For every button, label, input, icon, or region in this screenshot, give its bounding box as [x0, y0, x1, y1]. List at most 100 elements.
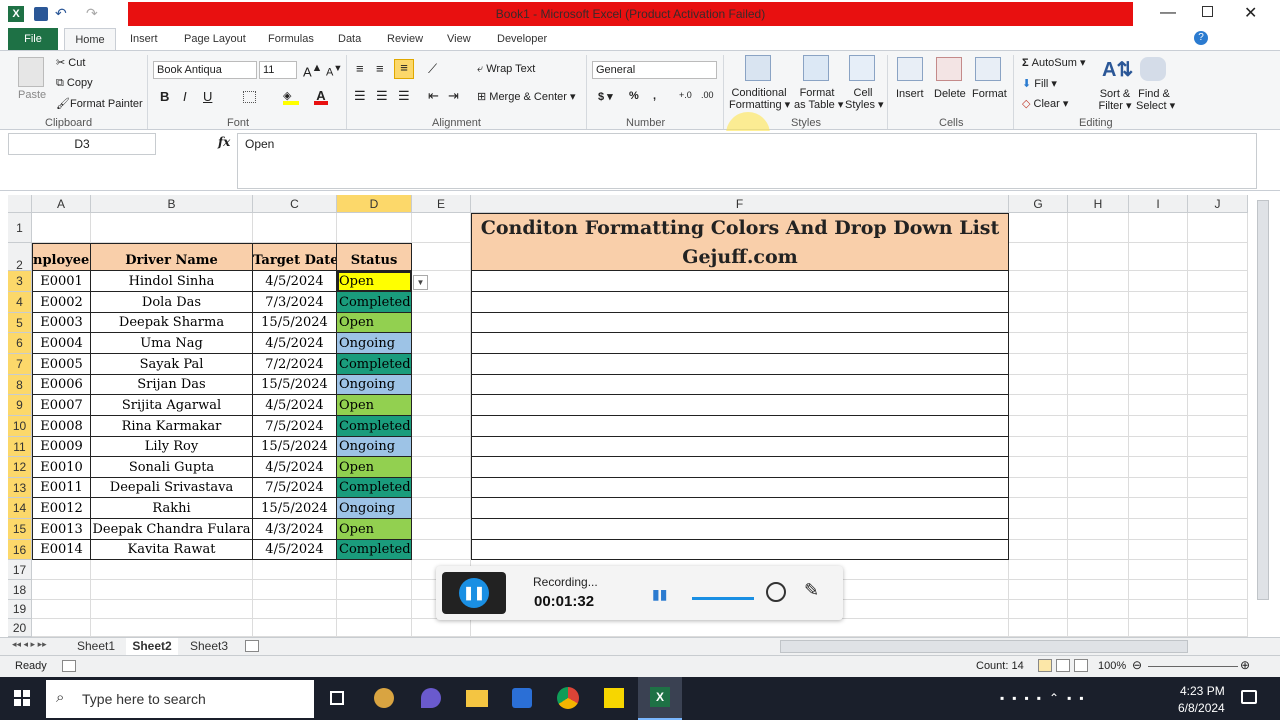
- empty-merged-row[interactable]: [471, 519, 1009, 540]
- delete-cells-button[interactable]: Delete: [934, 88, 966, 100]
- cell-target-date[interactable]: 4/5/2024: [253, 457, 337, 478]
- volume-slider[interactable]: [692, 597, 754, 600]
- cell-employee-id[interactable]: E0012: [32, 498, 91, 519]
- orientation-icon[interactable]: ⟋: [428, 61, 437, 77]
- row-header[interactable]: 13: [8, 478, 32, 498]
- format-cells-button[interactable]: Format: [972, 88, 1007, 100]
- cell-status[interactable]: Open: [337, 271, 412, 292]
- cell-status[interactable]: Completed: [337, 540, 412, 560]
- cell-driver-name[interactable]: Srijita Agarwal: [91, 395, 253, 416]
- cell-driver-name[interactable]: Deepak Chandra Fulara: [91, 519, 253, 540]
- pen-icon[interactable]: ✎: [804, 580, 819, 601]
- tab-insert[interactable]: Insert: [130, 28, 158, 50]
- row-header[interactable]: 18: [8, 580, 32, 600]
- horizontal-scrollbar[interactable]: [780, 640, 1188, 653]
- row-header[interactable]: 16: [8, 540, 32, 560]
- excel-taskbar-icon[interactable]: X: [638, 677, 682, 720]
- cell-target-date[interactable]: 4/5/2024: [253, 271, 337, 292]
- fill-color-icon[interactable]: ◈: [283, 89, 299, 105]
- zoom-in-icon[interactable]: ⊕: [1240, 658, 1250, 672]
- column-header[interactable]: I: [1129, 195, 1188, 213]
- row-header[interactable]: 3: [8, 271, 32, 292]
- column-header[interactable]: E: [412, 195, 471, 213]
- taskbar-search-box[interactable]: ⌕ Type here to search: [46, 680, 314, 718]
- webcam-icon[interactable]: [766, 582, 786, 602]
- minimize-button[interactable]: —: [1160, 4, 1176, 22]
- cell-target-date[interactable]: 4/3/2024: [253, 519, 337, 540]
- empty-merged-row[interactable]: [471, 333, 1009, 354]
- header-status[interactable]: Status: [337, 243, 412, 271]
- empty-merged-row[interactable]: [471, 292, 1009, 313]
- row-header[interactable]: 14: [8, 498, 32, 519]
- dropdown-arrow-button[interactable]: ▼: [413, 275, 428, 290]
- insert-function-icon[interactable]: fx: [218, 135, 230, 149]
- empty-merged-row[interactable]: [471, 375, 1009, 395]
- align-middle-icon[interactable]: ≡: [376, 61, 384, 76]
- column-header[interactable]: C: [253, 195, 337, 213]
- notification-icon[interactable]: [1241, 690, 1257, 704]
- row-header[interactable]: 4: [8, 292, 32, 313]
- align-center-icon[interactable]: ☰: [376, 88, 388, 104]
- underline-icon[interactable]: U: [203, 89, 212, 104]
- empty-merged-row[interactable]: [471, 271, 1009, 292]
- percent-icon[interactable]: %: [629, 90, 639, 102]
- align-top-icon[interactable]: ≡: [356, 61, 364, 76]
- merge-center-button[interactable]: ⊞ Merge & Center ▾: [477, 90, 576, 103]
- cell-target-date[interactable]: 7/2/2024: [253, 354, 337, 375]
- cell-employee-id[interactable]: E0003: [32, 313, 91, 333]
- cell-target-date[interactable]: 7/5/2024: [253, 478, 337, 498]
- row-header[interactable]: 17: [8, 560, 32, 580]
- tab-formulas[interactable]: Formulas: [268, 28, 314, 50]
- cell-status[interactable]: Open: [337, 313, 412, 333]
- increase-indent-icon[interactable]: ⇥: [448, 88, 459, 104]
- borders-icon[interactable]: [243, 91, 256, 103]
- app-icon-2[interactable]: [421, 688, 441, 708]
- cell-employee-id[interactable]: E0014: [32, 540, 91, 560]
- bold-icon[interactable]: B: [160, 89, 169, 104]
- conditional-formatting-button[interactable]: Conditional Formatting ▾: [729, 87, 790, 111]
- align-bottom-icon[interactable]: ≡: [394, 59, 414, 79]
- cell-target-date[interactable]: 7/5/2024: [253, 416, 337, 437]
- cell-employee-id[interactable]: E0001: [32, 271, 91, 292]
- cell-driver-name[interactable]: Sonali Gupta: [91, 457, 253, 478]
- row-header[interactable]: 2: [8, 243, 32, 272]
- cell-status[interactable]: Open: [337, 457, 412, 478]
- cell-driver-name[interactable]: Dola Das: [91, 292, 253, 313]
- cell-driver-name[interactable]: Lily Roy: [91, 437, 253, 457]
- windows-start-icon[interactable]: [14, 690, 30, 706]
- page-layout-view-icon[interactable]: [1056, 659, 1070, 672]
- cell-employee-id[interactable]: E0009: [32, 437, 91, 457]
- cell-employee-id[interactable]: E0011: [32, 478, 91, 498]
- cell-target-date[interactable]: 15/5/2024: [253, 437, 337, 457]
- sticky-notes-icon[interactable]: [604, 688, 624, 708]
- row-header[interactable]: 8: [8, 375, 32, 395]
- maximize-button[interactable]: [1202, 6, 1213, 17]
- cell-status[interactable]: Ongoing: [337, 498, 412, 519]
- header-target-date[interactable]: Target Date: [253, 243, 337, 271]
- app-icon-3[interactable]: [512, 688, 532, 708]
- cell-status[interactable]: Ongoing: [337, 437, 412, 457]
- cell-driver-name[interactable]: Rakhi: [91, 498, 253, 519]
- align-right-icon[interactable]: ☰: [398, 88, 410, 104]
- cell-employee-id[interactable]: E0002: [32, 292, 91, 313]
- cell-employee-id[interactable]: E0006: [32, 375, 91, 395]
- zoom-level[interactable]: 100%: [1098, 660, 1126, 672]
- zoom-slider[interactable]: [1148, 666, 1238, 667]
- sheet-nav-icon[interactable]: ◂◂ ◂ ▸ ▸▸: [12, 639, 47, 650]
- row-header[interactable]: 12: [8, 457, 32, 478]
- tab-developer[interactable]: Developer: [497, 28, 547, 50]
- empty-merged-row[interactable]: [471, 395, 1009, 416]
- cell-employee-id[interactable]: E0008: [32, 416, 91, 437]
- cell-driver-name[interactable]: Deepali Srivastava: [91, 478, 253, 498]
- decrease-indent-icon[interactable]: ⇤: [428, 88, 439, 104]
- row-header[interactable]: 7: [8, 354, 32, 375]
- cell-target-date[interactable]: 4/5/2024: [253, 395, 337, 416]
- increase-decimal-icon[interactable]: +.0: [679, 90, 692, 100]
- sort-filter-button[interactable]: Sort & Filter ▾: [1098, 88, 1132, 112]
- chrome-icon[interactable]: [557, 687, 579, 709]
- paste-button[interactable]: Paste: [18, 89, 46, 101]
- zoom-out-icon[interactable]: ⊖: [1132, 658, 1142, 672]
- header-employee-id[interactable]: nployee I: [32, 243, 91, 271]
- row-header[interactable]: 20: [8, 619, 32, 637]
- paste-icon[interactable]: [18, 57, 44, 87]
